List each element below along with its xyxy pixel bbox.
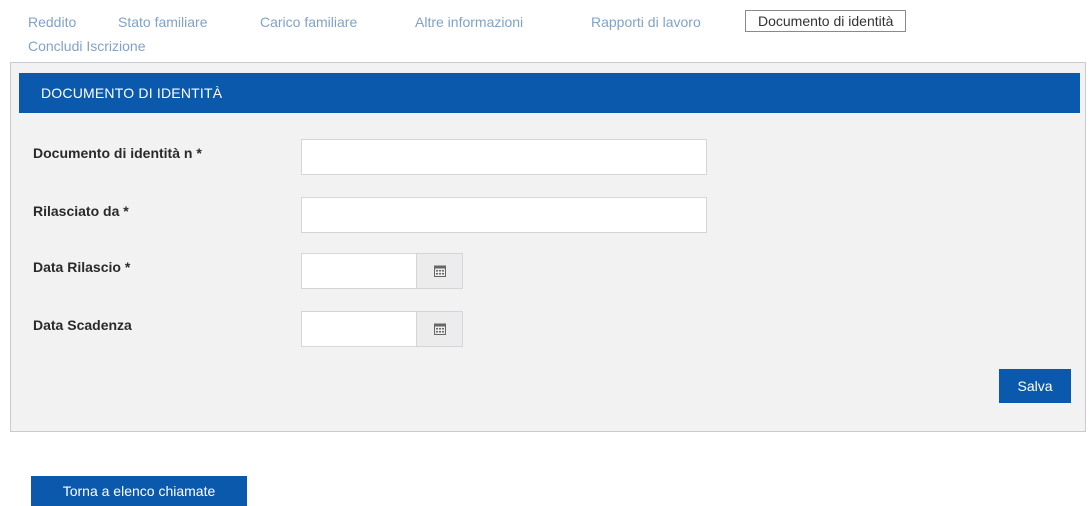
issue-date-label: Data Rilascio * [33,259,131,275]
tab-concludi-iscrizione[interactable]: Concludi Iscrizione [28,37,146,55]
save-button[interactable]: Salva [999,369,1071,403]
issue-date-input[interactable] [301,253,417,289]
tab-carico-familiare[interactable]: Carico familiare [260,13,357,31]
tab-rapporti-di-lavoro[interactable]: Rapporti di lavoro [591,13,701,31]
back-to-calls-list-button[interactable]: Torna a elenco chiamate [31,476,247,506]
tab-reddito[interactable]: Reddito [28,13,76,31]
tab-stato-familiare[interactable]: Stato familiare [118,13,207,31]
issued-by-label: Rilasciato da * [33,203,129,219]
tab-altre-informazioni[interactable]: Altre informazioni [415,13,523,31]
calendar-icon [433,265,446,277]
expiry-date-label: Data Scadenza [33,317,132,333]
expiry-date-calendar-button[interactable] [416,311,463,347]
panel-title: DOCUMENTO DI IDENTITÀ [19,73,1080,113]
identity-document-panel: DOCUMENTO DI IDENTITÀ Documento di ident… [10,62,1086,432]
doc-number-input[interactable] [301,139,707,175]
issued-by-input[interactable] [301,197,707,233]
calendar-icon [433,323,446,335]
issue-date-calendar-button[interactable] [416,253,463,289]
expiry-date-input[interactable] [301,311,417,347]
tab-documento-di-identita[interactable]: Documento di identità [745,10,907,32]
doc-number-label: Documento di identità n * [33,145,202,161]
